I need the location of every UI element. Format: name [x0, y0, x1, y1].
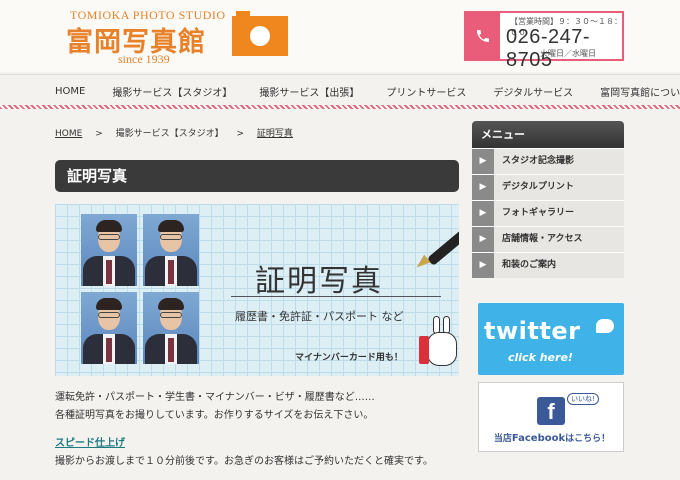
nav-digital[interactable]: デジタルサービス [493, 84, 573, 99]
facebook-suffix: はこちら！ [565, 434, 611, 444]
site-header: TOMIOKA PHOTO STUDIO 富岡写真館 since 1939 【営… [0, 0, 680, 72]
logo-since: since 1939 [118, 52, 170, 66]
camera-icon [232, 11, 288, 56]
nav-studio[interactable]: 撮影サービス【スタジオ】 [112, 84, 232, 99]
facebook-brand: Facebook [511, 433, 566, 444]
facebook-caption: 当店Facebookはこちら！ [479, 431, 625, 444]
twitter-banner[interactable]: twitter click here! [478, 303, 624, 375]
sidebar-menu: メニュー ▶ スタジオ記念撮影 ▶ デジタルプリント ▶ フォトギャラリー ▶ 店舗情報… [472, 121, 624, 278]
nav-home[interactable]: HOME [55, 86, 85, 97]
speed-finish-link[interactable]: スピード仕上げ [55, 434, 125, 449]
breadcrumb-separator: > [95, 129, 103, 139]
banner-underline [231, 296, 441, 297]
twitter-bird-icon [596, 319, 614, 333]
speed-finish-text: 撮影からお渡しまで１０分前後です。お急ぎのお客様はご予約いただくと確実です。 [55, 456, 433, 467]
nav-location[interactable]: 撮影サービス【出張】 [259, 84, 359, 99]
sample-photos [81, 214, 203, 366]
fountain-pen-icon [426, 219, 459, 267]
intro-line: 運転免許・パスポート・学生書・マイナンバー・ビザ・履歴書など…… [55, 392, 375, 403]
sidebar-item-label: スタジオ記念撮影 [502, 156, 575, 166]
sidebar-item-label: デジタルプリント [502, 182, 574, 192]
chevron-right-icon: ▶ [472, 175, 494, 200]
facebook-icon: f [537, 397, 565, 425]
breadcrumb-parent[interactable]: 撮影サービス【スタジオ】 [116, 129, 224, 139]
sidebar-item-gallery[interactable]: ▶ フォトギャラリー [472, 200, 624, 226]
phone-contact-box: 【営業時間】９：３０～１８：００ 026-247-8705 火曜日／水曜日 [464, 11, 624, 71]
chevron-right-icon: ▶ [472, 227, 494, 252]
facebook-banner[interactable]: f いいね! 当店Facebookはこちら！ [478, 382, 624, 452]
nav-print[interactable]: プリントサービス [386, 84, 466, 99]
sidebar-item-label: 和装のご案内 [502, 260, 557, 270]
banner-mynumber-note: マイナンバーカード用も！ [295, 353, 403, 363]
page-title: 証明写真 [55, 160, 459, 192]
rabbit-mascot-icon [419, 316, 457, 366]
nav-about[interactable]: 富岡写真館について [600, 84, 680, 99]
sidebar-menu-title: メニュー [472, 121, 624, 148]
sidebar-item-label: フォトギャラリー [502, 208, 575, 218]
closed-days: 火曜日／水曜日 [540, 49, 596, 58]
breadcrumb-separator: > [236, 129, 245, 139]
chevron-right-icon: ▶ [472, 253, 494, 278]
sidebar-item-access[interactable]: ▶ 店舗情報・アクセス [472, 226, 624, 252]
sidebar-item-kimono[interactable]: ▶ 和装のご案内 [472, 252, 624, 278]
sidebar-item-label: 店舗情報・アクセス [502, 234, 583, 244]
id-photo-banner: 証明写真 履歴書・免許証・パスポート など マイナンバーカード用も！ [55, 204, 459, 376]
banner-title: 証明写真 [255, 264, 383, 299]
chevron-right-icon: ▶ [472, 149, 494, 174]
intro-line: 各種証明写真をお撮りしています。お作りするサイズをお伝え下さい。 [55, 410, 374, 421]
sample-photo [81, 292, 137, 364]
breadcrumb-current[interactable]: 証明写真 [257, 129, 293, 139]
global-nav: HOME 撮影サービス【スタジオ】 撮影サービス【出張】 プリントサービス デジ… [0, 74, 680, 108]
facebook-prefix: 当店 [493, 434, 512, 444]
breadcrumb-home[interactable]: HOME [55, 129, 82, 139]
twitter-click-here: click here! [508, 351, 573, 364]
nav-divider [0, 105, 680, 109]
sidebar-item-digital-print[interactable]: ▶ デジタルプリント [472, 174, 624, 200]
intro-text: 運転免許・パスポート・学生書・マイナンバー・ビザ・履歴書など…… 各種証明写真を… [55, 389, 375, 425]
sidebar-item-studio[interactable]: ▶ スタジオ記念撮影 [472, 148, 624, 174]
chevron-right-icon: ▶ [472, 201, 494, 226]
like-bubble: いいね! [567, 393, 599, 405]
breadcrumb: HOME > 撮影サービス【スタジオ】 > 証明写真 [55, 126, 293, 139]
twitter-wordmark: twitter [484, 317, 581, 345]
sample-photo [143, 214, 199, 286]
sample-photo [81, 214, 137, 286]
phone-icon [466, 13, 500, 59]
banner-subtitle: 履歴書・免許証・パスポート など [235, 310, 404, 323]
sample-photo [143, 292, 199, 364]
